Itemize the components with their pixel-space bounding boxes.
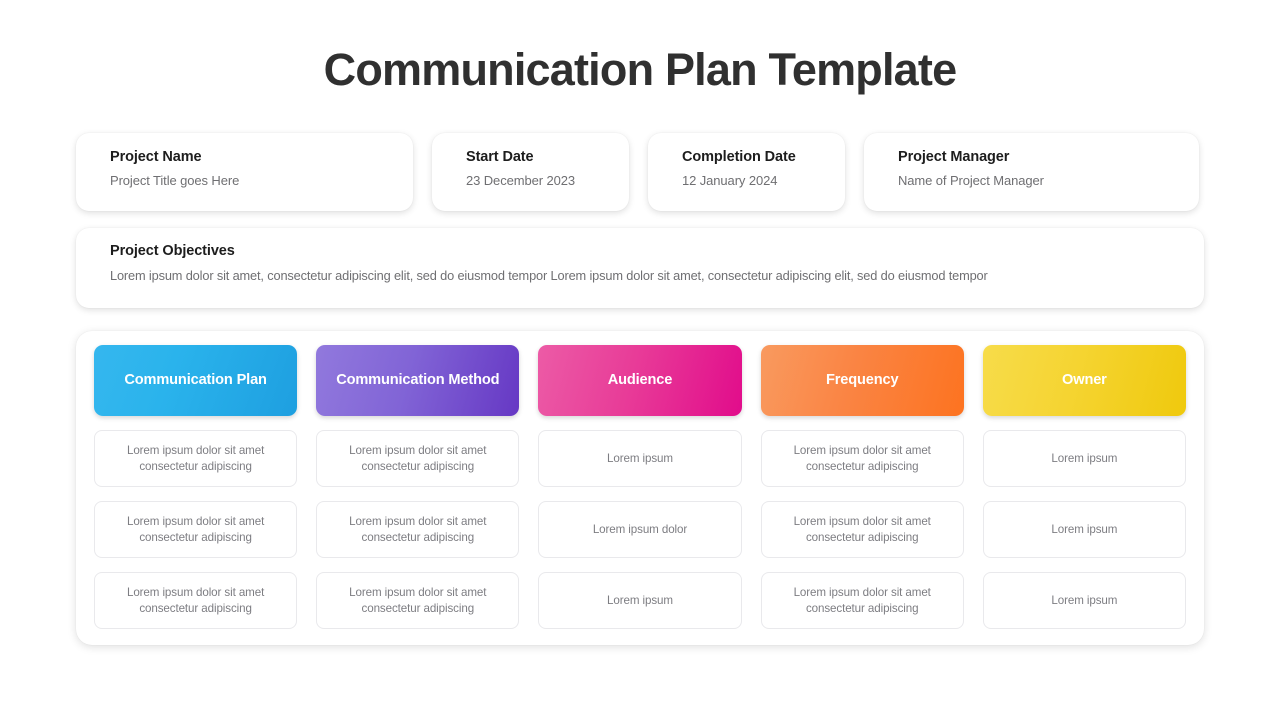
project-objectives-card[interactable]: Project Objectives Lorem ipsum dolor sit… <box>76 228 1204 308</box>
info-card-value: Project Title goes Here <box>110 173 240 189</box>
table-cell[interactable]: Lorem ipsum dolor sit amet consectetur a… <box>94 572 298 629</box>
table-cell[interactable]: Lorem ipsum dolor sit amet consectetur a… <box>760 430 964 487</box>
table-cell[interactable]: Lorem ipsum dolor sit amet consectetur a… <box>94 501 298 558</box>
table-cell[interactable]: Lorem ipsum <box>982 501 1186 558</box>
table-cell[interactable]: Lorem ipsum <box>982 572 1186 629</box>
table-header-communication-plan[interactable]: Communication Plan <box>94 345 298 416</box>
table-cell[interactable]: Lorem ipsum dolor <box>538 501 742 558</box>
table-header-owner[interactable]: Owner <box>982 345 1186 416</box>
table-cell[interactable]: Lorem ipsum dolor sit amet consectetur a… <box>316 501 520 558</box>
info-card-completion-date[interactable]: Completion Date 12 January 2024 <box>648 133 845 211</box>
communication-plan-table: Communication Plan Communication Method … <box>94 345 1186 629</box>
table-header-communication-method[interactable]: Communication Method <box>316 345 520 416</box>
info-card-label: Completion Date <box>682 149 796 165</box>
info-card-label: Project Manager <box>898 149 1010 165</box>
info-card-start-date[interactable]: Start Date 23 December 2023 <box>432 133 629 211</box>
communication-plan-table-card: Communication Plan Communication Method … <box>76 331 1204 645</box>
info-card-project-name[interactable]: Project Name Project Title goes Here <box>76 133 413 211</box>
table-cell[interactable]: Lorem ipsum dolor sit amet consectetur a… <box>316 572 520 629</box>
table-cell[interactable]: Lorem ipsum dolor sit amet consectetur a… <box>94 430 298 487</box>
objectives-text: Lorem ipsum dolor sit amet, consectetur … <box>110 268 988 283</box>
project-info-row: Project Name Project Title goes Here Sta… <box>76 133 1204 211</box>
slide-canvas: Communication Plan Template Project Name… <box>0 0 1280 720</box>
info-card-label: Start Date <box>466 149 534 165</box>
table-cell[interactable]: Lorem ipsum dolor sit amet consectetur a… <box>316 430 520 487</box>
table-cell[interactable]: Lorem ipsum <box>982 430 1186 487</box>
table-header-audience[interactable]: Audience <box>538 345 742 416</box>
info-card-value: 23 December 2023 <box>466 173 575 189</box>
info-card-label: Project Name <box>110 149 202 165</box>
table-cell[interactable]: Lorem ipsum <box>538 430 742 487</box>
page-title: Communication Plan Template <box>323 44 957 95</box>
info-card-value: Name of Project Manager <box>898 173 1044 189</box>
objectives-label: Project Objectives <box>110 243 235 259</box>
table-cell[interactable]: Lorem ipsum <box>538 572 742 629</box>
info-card-value: 12 January 2024 <box>682 173 778 189</box>
table-cell[interactable]: Lorem ipsum dolor sit amet consectetur a… <box>760 572 964 629</box>
info-card-project-manager[interactable]: Project Manager Name of Project Manager <box>864 133 1199 211</box>
table-header-frequency[interactable]: Frequency <box>760 345 964 416</box>
table-cell[interactable]: Lorem ipsum dolor sit amet consectetur a… <box>760 501 964 558</box>
